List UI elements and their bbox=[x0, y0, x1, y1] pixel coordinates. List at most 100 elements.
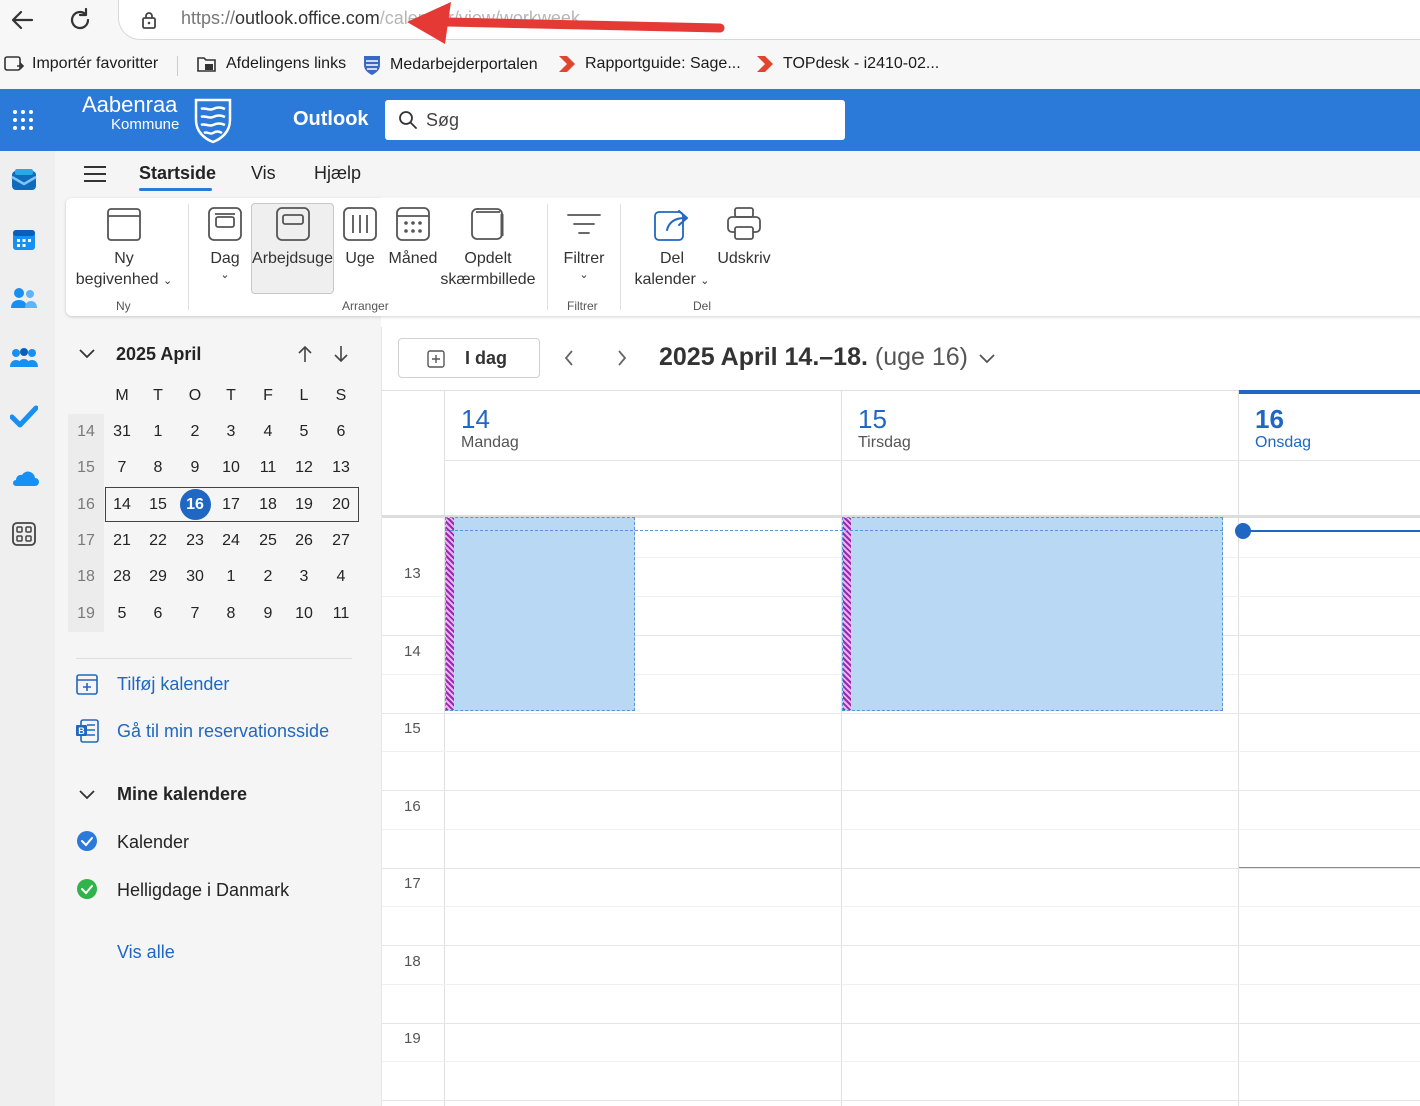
hour-line bbox=[382, 1022, 1420, 1024]
hour-label: 16 bbox=[404, 797, 421, 815]
mini-calendar-day[interactable]: 5 bbox=[286, 414, 322, 450]
mini-calendar-day[interactable]: 25 bbox=[250, 523, 286, 559]
mini-calendar-day[interactable]: 31 bbox=[104, 414, 140, 450]
mini-calendar-day[interactable]: 1 bbox=[140, 414, 176, 450]
mini-calendar-day[interactable]: 27 bbox=[323, 523, 359, 559]
chevron-right-icon[interactable] bbox=[615, 348, 629, 368]
people-icon[interactable] bbox=[10, 287, 38, 309]
my-calendars-heading[interactable]: Mine kalendere bbox=[117, 784, 247, 805]
day-number[interactable]: 15 bbox=[858, 404, 887, 435]
day-number-today[interactable]: 16 bbox=[1255, 404, 1284, 435]
mini-calendar-day[interactable]: 22 bbox=[140, 523, 176, 559]
favorite-import[interactable]: Importér favoritter bbox=[4, 54, 158, 74]
mini-calendar-day[interactable]: 8 bbox=[213, 596, 249, 632]
mini-calendar-day[interactable]: 17 bbox=[213, 487, 249, 523]
todo-icon[interactable] bbox=[10, 404, 38, 428]
calendar-event[interactable] bbox=[842, 517, 1223, 711]
mini-calendar-day[interactable]: 9 bbox=[250, 596, 286, 632]
mini-calendar-day[interactable]: 3 bbox=[286, 559, 322, 595]
add-calendar-link[interactable]: Tilføj kalender bbox=[117, 674, 229, 695]
mini-calendar-day[interactable]: 10 bbox=[213, 450, 249, 486]
event-status-bar bbox=[843, 518, 851, 710]
tab-help[interactable]: Hjælp bbox=[314, 163, 361, 184]
new-event-button[interactable]: Ny begivenhed ⌄ bbox=[70, 206, 178, 292]
mini-calendar-day[interactable]: 4 bbox=[250, 414, 286, 450]
week-view-button[interactable]: Uge bbox=[342, 206, 378, 269]
chevron-down-icon[interactable] bbox=[78, 346, 96, 360]
mini-calendar-day[interactable]: 11 bbox=[323, 596, 359, 632]
mini-calendar-day[interactable]: 26 bbox=[286, 523, 322, 559]
week-number: 17 bbox=[77, 531, 95, 549]
arrow-down-icon[interactable] bbox=[332, 344, 350, 364]
day-number[interactable]: 14 bbox=[461, 404, 490, 435]
mini-calendar-day[interactable]: 4 bbox=[323, 559, 359, 595]
mini-calendar-day[interactable]: 7 bbox=[177, 596, 213, 632]
booking-page-link[interactable]: Gå til min reservationsside bbox=[117, 721, 329, 742]
address-bar[interactable]: https://outlook.office.com/calendar/view… bbox=[118, 0, 1420, 40]
mini-calendar-day[interactable]: 23 bbox=[177, 523, 213, 559]
favorite-employee-portal[interactable]: Medarbejderportalen bbox=[362, 54, 538, 76]
share-calendar-button[interactable]: Del kalender ⌄ bbox=[632, 206, 712, 292]
org-sub: Kommune bbox=[111, 116, 180, 133]
calendar-item-label[interactable]: Helligdage i Danmark bbox=[117, 880, 289, 901]
checkbox-checked-icon[interactable] bbox=[76, 830, 98, 852]
mini-calendar-day[interactable]: 11 bbox=[250, 450, 286, 486]
groups-icon[interactable] bbox=[10, 347, 38, 369]
chevron-left-icon[interactable] bbox=[562, 348, 576, 368]
calendar-event[interactable] bbox=[445, 517, 635, 711]
print-button[interactable]: Udskriv bbox=[716, 206, 772, 269]
checkbox-checked-icon[interactable] bbox=[76, 878, 98, 900]
tab-view[interactable]: Vis bbox=[251, 163, 276, 184]
date-range-title[interactable]: 2025 April 14.–18. (uge 16) bbox=[659, 343, 968, 372]
mini-calendar-day[interactable]: 6 bbox=[323, 414, 359, 450]
mini-calendar-day[interactable]: 13 bbox=[323, 450, 359, 486]
mini-calendar-day[interactable]: 28 bbox=[104, 559, 140, 595]
app-launcher-icon[interactable] bbox=[12, 109, 34, 131]
mini-calendar-day[interactable]: 21 bbox=[104, 523, 140, 559]
favorite-report-guide[interactable]: Rapportguide: Sage... bbox=[557, 54, 741, 74]
hamburger-menu-icon[interactable] bbox=[83, 165, 107, 183]
mini-calendar-day[interactable]: 18 bbox=[250, 487, 286, 523]
mini-calendar-day[interactable]: 3 bbox=[213, 414, 249, 450]
filter-button[interactable]: Filtrer ⌄ bbox=[559, 206, 609, 281]
show-all-link[interactable]: Vis alle bbox=[117, 942, 175, 963]
mini-calendar-day[interactable]: 19 bbox=[286, 487, 322, 523]
favorite-department-links[interactable]: Afdelingens links bbox=[196, 54, 346, 74]
back-icon[interactable] bbox=[8, 6, 36, 34]
mail-icon[interactable] bbox=[10, 167, 38, 193]
mini-calendar-day[interactable]: 9 bbox=[177, 450, 213, 486]
mini-calendar-day[interactable]: 7 bbox=[104, 450, 140, 486]
mini-calendar-day[interactable]: 1 bbox=[213, 559, 249, 595]
mini-calendar-day[interactable]: 2 bbox=[250, 559, 286, 595]
mini-calendar-day[interactable]: 5 bbox=[104, 596, 140, 632]
chevron-down-icon[interactable] bbox=[78, 787, 96, 801]
day-view-button[interactable]: Dag ⌄ bbox=[202, 206, 248, 281]
mini-calendar-day[interactable]: 6 bbox=[140, 596, 176, 632]
arrow-up-icon[interactable] bbox=[296, 344, 314, 364]
today-button[interactable]: I dag bbox=[398, 338, 540, 378]
mini-calendar-day[interactable]: 30 bbox=[177, 559, 213, 595]
mini-calendar-day[interactable]: 2 bbox=[177, 414, 213, 450]
split-view-button[interactable]: Opdelt skærmbillede bbox=[440, 206, 536, 290]
mini-calendar-day[interactable]: 29 bbox=[140, 559, 176, 595]
month-view-button[interactable]: Måned bbox=[388, 206, 438, 269]
calendar-icon[interactable] bbox=[12, 228, 36, 252]
mini-calendar-day[interactable]: 10 bbox=[286, 596, 322, 632]
mini-calendar-day[interactable]: 8 bbox=[140, 450, 176, 486]
mini-calendar-day[interactable]: 14 bbox=[104, 487, 140, 523]
day-view-icon bbox=[208, 207, 242, 241]
more-apps-icon[interactable] bbox=[12, 522, 36, 546]
chevron-down-icon[interactable] bbox=[978, 351, 996, 365]
onedrive-icon[interactable] bbox=[9, 467, 39, 487]
refresh-icon[interactable] bbox=[66, 6, 94, 34]
search-box[interactable]: Søg bbox=[385, 100, 845, 140]
mini-calendar-day[interactable]: 16 bbox=[177, 487, 213, 523]
calendar-item-label[interactable]: Kalender bbox=[117, 832, 189, 853]
mini-calendar-day[interactable]: 24 bbox=[213, 523, 249, 559]
mini-calendar-day[interactable]: 20 bbox=[323, 487, 359, 523]
weekday-label: T bbox=[226, 387, 236, 404]
mini-calendar-day[interactable]: 12 bbox=[286, 450, 322, 486]
mini-calendar-day[interactable]: 15 bbox=[140, 487, 176, 523]
tab-home[interactable]: Startside bbox=[139, 163, 216, 184]
favorite-topdesk[interactable]: TOPdesk - i2410-02... bbox=[755, 54, 939, 74]
